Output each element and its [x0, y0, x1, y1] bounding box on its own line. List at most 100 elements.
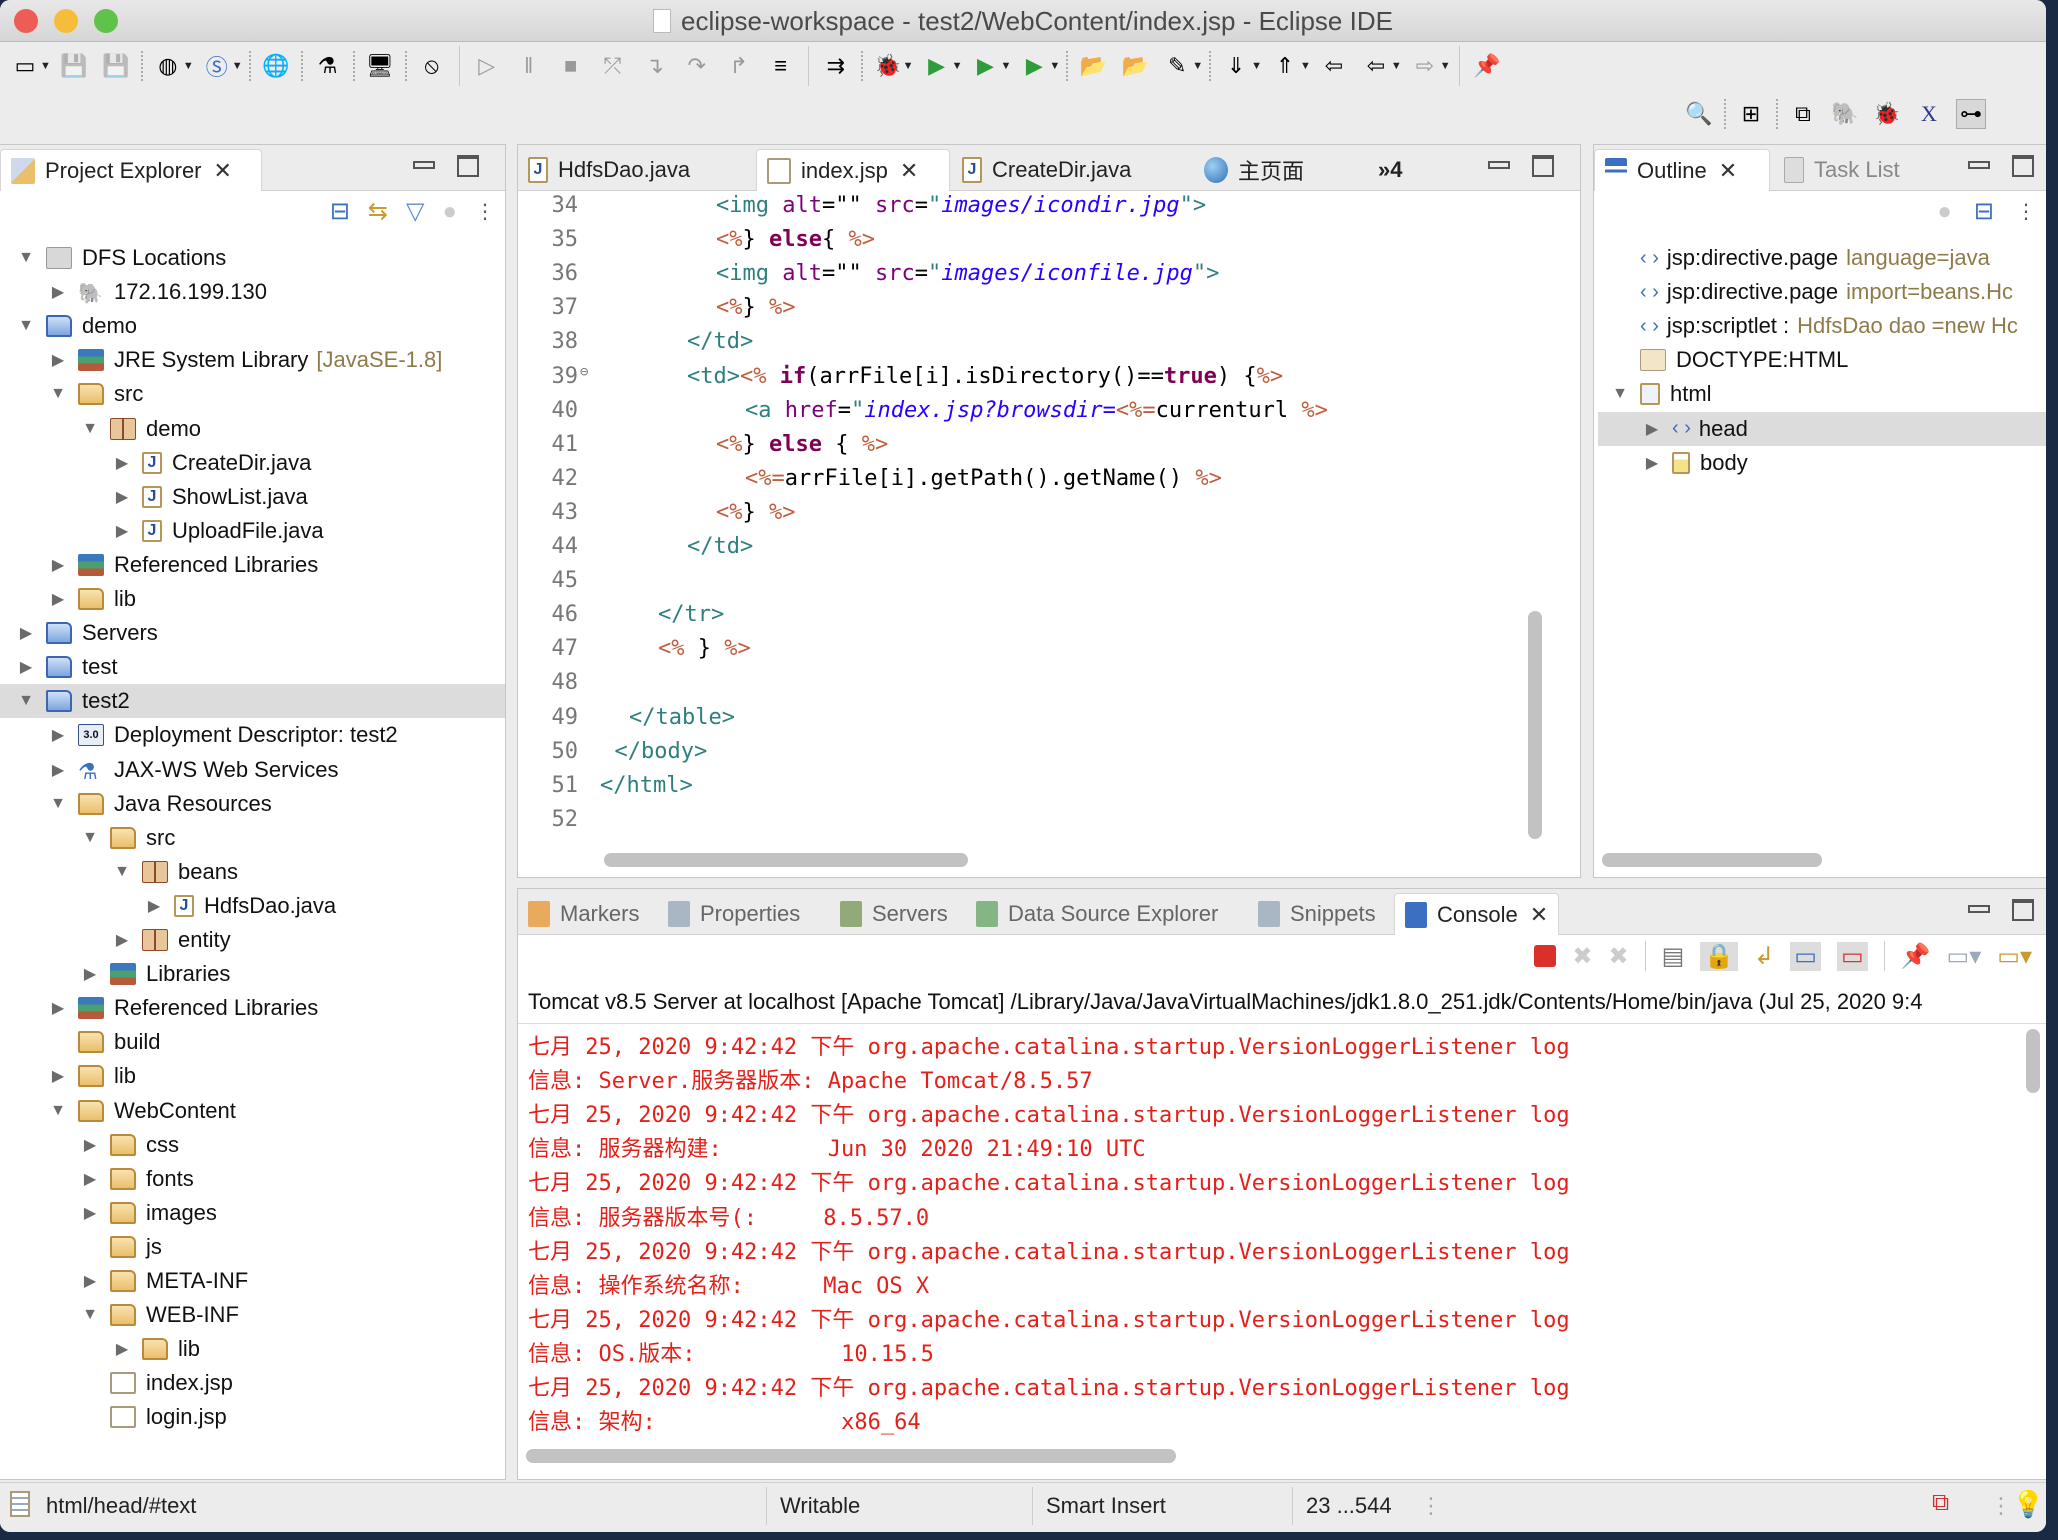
editor-vertical-scrollbar[interactable]: [1528, 611, 1542, 839]
collapsed-twisty-icon[interactable]: ▶: [48, 555, 68, 575]
tree-item[interactable]: ▶ J UploadFile.java: [0, 514, 505, 548]
outline-item[interactable]: ‹ › jsp:scriptlet : HdfsDao dao =new Hc: [1598, 309, 2046, 343]
tree-item[interactable]: ▼ Java Resources: [0, 787, 505, 821]
resume-icon[interactable]: ▷: [472, 51, 502, 81]
tree-item[interactable]: ▶ Referenced Libraries: [0, 548, 505, 582]
terminate-icon[interactable]: ■: [556, 51, 586, 81]
tree-item[interactable]: ▼ src: [0, 377, 505, 411]
collapsed-twisty-icon[interactable]: ▶: [48, 1066, 68, 1086]
collapsed-twisty-icon[interactable]: ▶: [48, 589, 68, 609]
view-menu-icon[interactable]: ⋮: [2016, 199, 2036, 224]
collapsed-twisty-icon[interactable]: ▶: [112, 521, 132, 541]
suspend-icon[interactable]: ‖: [514, 51, 544, 81]
collapsed-twisty-icon[interactable]: ▶: [48, 282, 68, 302]
new-spring-dropdown[interactable]: ▼: [232, 60, 243, 72]
tree-item[interactable]: ▶ lib: [0, 1059, 505, 1093]
collapsed-twisty-icon[interactable]: ▶: [48, 725, 68, 745]
collapsed-twisty-icon[interactable]: ▶: [80, 964, 100, 984]
clear-console-icon[interactable]: ▤: [1662, 942, 1685, 971]
collapse-all-icon[interactable]: ⊟: [330, 197, 350, 226]
show-on-stderr-icon[interactable]: ▭: [1836, 941, 1868, 971]
word-wrap-icon[interactable]: ↲: [1754, 942, 1774, 971]
tab-hdfsdao-java[interactable]: J HdfsDao.java: [518, 149, 754, 191]
more-tabs-button[interactable]: »4: [1368, 149, 1412, 191]
tree-item[interactable]: ▼ demo: [0, 412, 505, 446]
minimize-view-button[interactable]: [1488, 161, 1510, 169]
open-type-icon[interactable]: 📂: [1078, 51, 1108, 81]
tab-createdir-java[interactable]: J CreateDir.java: [952, 149, 1192, 191]
collapsed-twisty-icon[interactable]: ▶: [16, 657, 36, 677]
debug-perspective-icon[interactable]: 🐞: [1872, 99, 1902, 129]
expanded-twisty-icon[interactable]: ▼: [48, 385, 68, 403]
focus-icon[interactable]: ●: [443, 198, 458, 226]
tree-item[interactable]: ▼ WEB-INF: [0, 1298, 505, 1332]
tree-item[interactable]: ▶ lib: [0, 582, 505, 616]
maximize-view-button[interactable]: [2012, 899, 2034, 921]
tree-item[interactable]: ▼ WebContent: [0, 1094, 505, 1128]
show-on-stdout-icon[interactable]: ▭: [1790, 941, 1821, 971]
expanded-twisty-icon[interactable]: ▼: [1610, 385, 1630, 403]
minimize-view-button[interactable]: [1968, 905, 1990, 913]
code-editor[interactable]: 34 <img alt="" src="images/icondir.jpg"> 3…: [518, 193, 1580, 837]
collapsed-twisty-icon[interactable]: ▶: [48, 760, 68, 780]
run-web-service-icon[interactable]: ⚗: [313, 51, 343, 81]
tree-item[interactable]: index.jsp: [0, 1366, 505, 1400]
tree-item[interactable]: login.jsp: [0, 1400, 505, 1434]
collapsed-twisty-icon[interactable]: ▶: [112, 1339, 132, 1359]
close-icon[interactable]: ✕: [1530, 902, 1548, 928]
tree-item[interactable]: ▶ 🐘 172.16.199.130: [0, 275, 505, 309]
drop-to-frame-icon[interactable]: ≡: [766, 51, 796, 81]
web-browser-icon[interactable]: 🌐: [261, 51, 291, 81]
expanded-twisty-icon[interactable]: ▼: [80, 1306, 100, 1324]
previous-annotation-icon[interactable]: ⇑: [1270, 51, 1300, 81]
link-with-editor-icon[interactable]: ⇆: [368, 197, 388, 226]
new-spring-icon[interactable]: Ⓢ: [202, 51, 232, 81]
tree-item[interactable]: ▼ demo: [0, 309, 505, 343]
tab-outline[interactable]: Outline ✕: [1594, 149, 1770, 191]
step-into-icon[interactable]: ↴: [640, 51, 670, 81]
next-annotation-icon[interactable]: ⇓: [1221, 51, 1251, 81]
tab-project-explorer[interactable]: Project Explorer ✕: [0, 149, 262, 191]
back-dropdown[interactable]: ▼: [1391, 60, 1402, 72]
collapsed-twisty-icon[interactable]: ▶: [80, 1203, 100, 1223]
tab-markers[interactable]: Markers: [518, 893, 649, 935]
console-view-icon[interactable]: 🖥: [365, 51, 395, 81]
forward-icon[interactable]: ⇨: [1410, 51, 1440, 81]
run-external-dropdown[interactable]: ▼: [1049, 60, 1060, 72]
outline-item[interactable]: ‹ › jsp:directive.page import=beans.Hc: [1598, 275, 2046, 309]
tree-item[interactable]: ▶ fonts: [0, 1162, 505, 1196]
run-server-dropdown[interactable]: ▼: [1000, 60, 1011, 72]
scroll-lock-icon[interactable]: 🔒: [1700, 941, 1739, 971]
maximize-view-button[interactable]: [1532, 155, 1554, 177]
expanded-twisty-icon[interactable]: ▼: [16, 249, 36, 267]
collapsed-twisty-icon[interactable]: ▶: [112, 487, 132, 507]
java-ee-perspective-icon[interactable]: ⧉: [1788, 99, 1818, 129]
tree-item[interactable]: ▶ J ShowList.java: [0, 480, 505, 514]
outline-item[interactable]: DOCTYPE:HTML: [1598, 343, 2046, 377]
tab-snippets[interactable]: Snippets: [1248, 893, 1386, 935]
collapsed-twisty-icon[interactable]: ▶: [1642, 453, 1662, 473]
expanded-twisty-icon[interactable]: ▼: [80, 420, 100, 438]
close-icon[interactable]: ✕: [214, 158, 232, 184]
minimize-view-button[interactable]: [1968, 161, 1990, 169]
open-perspective-icon[interactable]: ⊞: [1736, 99, 1766, 129]
console-output[interactable]: 七月 25, 2020 9:42:42 下午 org.apache.catali…: [518, 1025, 2020, 1439]
tree-item[interactable]: ▶ Referenced Libraries: [0, 991, 505, 1025]
tree-item[interactable]: ▶ 3.0 Deployment Descriptor: test2: [0, 718, 505, 752]
next-annotation-dropdown[interactable]: ▼: [1251, 60, 1262, 72]
run-server-icon[interactable]: ▶: [970, 51, 1000, 81]
new-java-ee-icon[interactable]: ◍: [153, 51, 183, 81]
pin-console-icon[interactable]: 📌: [1901, 942, 1931, 971]
collapsed-twisty-icon[interactable]: ▶: [112, 930, 132, 950]
tree-item[interactable]: ▶ Servers: [0, 616, 505, 650]
focus-icon[interactable]: ●: [1937, 198, 1952, 226]
outline-horizontal-scrollbar[interactable]: [1602, 853, 1822, 867]
maximize-view-button[interactable]: [2012, 155, 2034, 177]
outline-item[interactable]: ▼ html: [1598, 377, 2046, 411]
tree-item[interactable]: ▶ J CreateDir.java: [0, 446, 505, 480]
last-edit-location-icon[interactable]: ⇦: [1319, 51, 1349, 81]
expanded-twisty-icon[interactable]: ▼: [48, 795, 68, 813]
skip-breakpoints-icon[interactable]: ⦸: [417, 51, 447, 81]
debug-dropdown[interactable]: ▼: [903, 60, 914, 72]
open-console-icon[interactable]: ▭▾: [1997, 942, 2032, 971]
